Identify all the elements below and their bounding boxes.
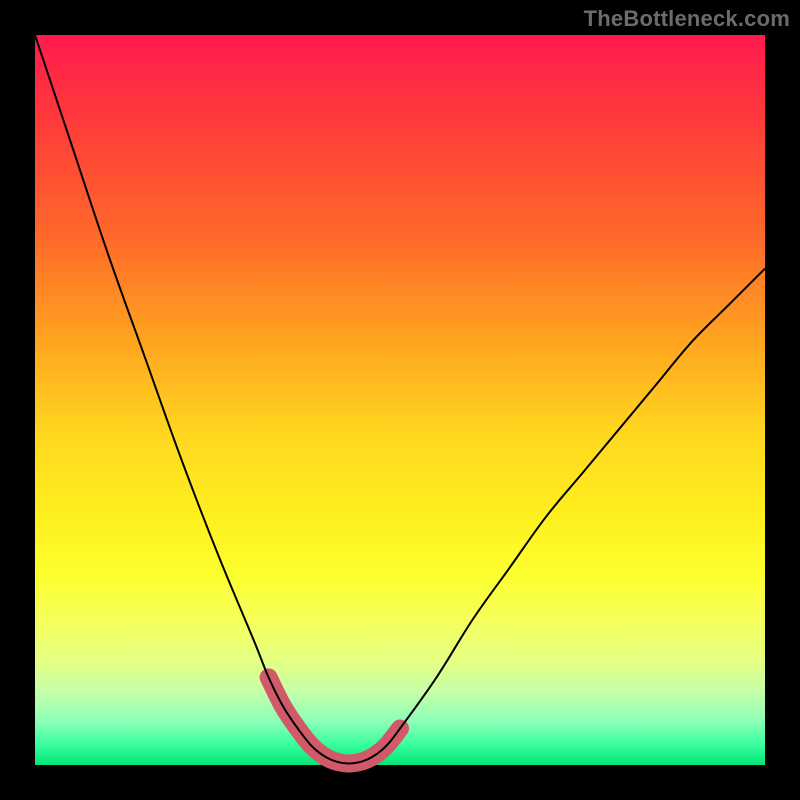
bottleneck-curve-path bbox=[35, 35, 765, 764]
chart-stage: TheBottleneck.com bbox=[0, 0, 800, 800]
plot-area bbox=[35, 35, 765, 765]
chart-svg bbox=[35, 35, 765, 765]
watermark-text: TheBottleneck.com bbox=[584, 6, 790, 32]
